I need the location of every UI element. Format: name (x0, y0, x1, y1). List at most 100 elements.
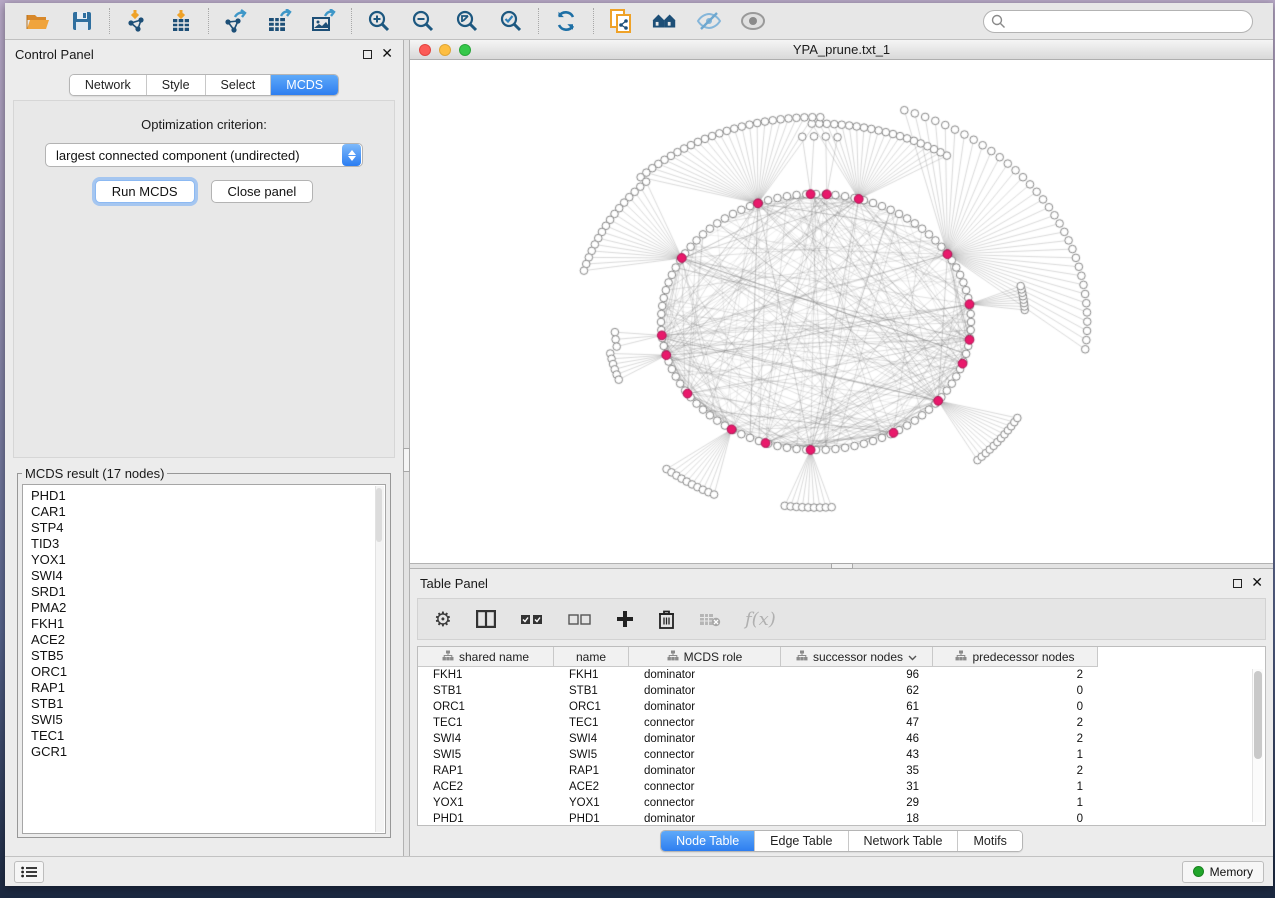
zoom-out-icon[interactable] (410, 9, 436, 33)
table-row[interactable]: RAP1RAP1dominator352 (418, 763, 1265, 779)
delete-table-icon[interactable] (699, 612, 721, 627)
cell-MCDS-role[interactable]: connector (629, 795, 781, 811)
mcds-result-item[interactable]: STB5 (31, 648, 385, 664)
cell-MCDS-role[interactable]: dominator (629, 667, 781, 683)
open-file-icon[interactable] (25, 9, 51, 33)
mcds-result-item[interactable]: ACE2 (31, 632, 385, 648)
cell-successor-nodes[interactable]: 61 (781, 699, 933, 715)
maximize-window-icon[interactable] (459, 44, 471, 56)
cell-successor-nodes[interactable]: 29 (781, 795, 933, 811)
zoom-selected-icon[interactable] (498, 9, 524, 33)
cell-predecessor-nodes[interactable]: 2 (933, 731, 1097, 747)
cell-shared-name[interactable]: FKH1 (418, 667, 554, 683)
cell-shared-name[interactable]: TEC1 (418, 715, 554, 731)
cell-MCDS-role[interactable]: dominator (629, 763, 781, 779)
cell-name[interactable]: ORC1 (554, 699, 629, 715)
cell-MCDS-role[interactable]: connector (629, 747, 781, 763)
run-mcds-button[interactable]: Run MCDS (95, 180, 195, 203)
function-builder-icon[interactable]: f(x) (745, 609, 776, 630)
cell-predecessor-nodes[interactable]: 0 (933, 699, 1097, 715)
float-panel-icon[interactable] (363, 50, 372, 59)
cell-successor-nodes[interactable]: 35 (781, 763, 933, 779)
select-all-columns-icon[interactable] (520, 614, 544, 625)
table-row[interactable]: ACE2ACE2connector311 (418, 779, 1265, 795)
column-header-name[interactable]: name (554, 647, 629, 666)
cell-predecessor-nodes[interactable]: 0 (933, 683, 1097, 699)
cell-predecessor-nodes[interactable]: 1 (933, 779, 1097, 795)
cell-predecessor-nodes[interactable]: 1 (933, 795, 1097, 811)
network-canvas[interactable] (410, 60, 1271, 562)
cell-shared-name[interactable]: SWI5 (418, 747, 554, 763)
search-input[interactable] (983, 10, 1253, 33)
cell-name[interactable]: SWI5 (554, 747, 629, 763)
save-session-icon[interactable] (69, 9, 95, 33)
export-table-icon[interactable] (267, 9, 293, 33)
export-image-icon[interactable] (311, 9, 337, 33)
splitter-handle[interactable] (831, 563, 853, 569)
memory-button[interactable]: Memory (1182, 861, 1264, 883)
table-row[interactable]: SWI4SWI4dominator462 (418, 731, 1265, 747)
cell-MCDS-role[interactable]: dominator (629, 731, 781, 747)
mcds-result-item[interactable]: STB1 (31, 696, 385, 712)
cell-predecessor-nodes[interactable]: 2 (933, 715, 1097, 731)
cell-name[interactable]: ACE2 (554, 779, 629, 795)
mcds-result-item[interactable]: SWI4 (31, 568, 385, 584)
cell-name[interactable]: STB1 (554, 683, 629, 699)
close-window-icon[interactable] (419, 44, 431, 56)
horizontal-splitter[interactable] (410, 563, 1273, 569)
tab-network-table[interactable]: Network Table (848, 831, 958, 851)
refresh-icon[interactable] (553, 9, 579, 33)
mcds-result-item[interactable]: FKH1 (31, 616, 385, 632)
show-all-icon[interactable] (740, 9, 766, 33)
cell-MCDS-role[interactable]: dominator (629, 683, 781, 699)
tab-node-table[interactable]: Node Table (661, 831, 754, 851)
cell-shared-name[interactable]: STB1 (418, 683, 554, 699)
close-panel-icon[interactable]: ✕ (381, 48, 393, 60)
tab-motifs[interactable]: Motifs (957, 831, 1021, 851)
table-row[interactable]: STB1STB1dominator620 (418, 683, 1265, 699)
tab-select[interactable]: Select (205, 75, 271, 95)
column-header-successor-nodes[interactable]: successor nodes (781, 647, 933, 666)
cell-shared-name[interactable]: YOX1 (418, 795, 554, 811)
mcds-result-item[interactable]: TEC1 (31, 728, 385, 744)
import-network-icon[interactable] (124, 9, 150, 33)
table-scrollbar[interactable] (1252, 669, 1263, 822)
table-row[interactable]: TEC1TEC1connector472 (418, 715, 1265, 731)
delete-column-icon[interactable] (658, 610, 675, 629)
cell-successor-nodes[interactable]: 96 (781, 667, 933, 683)
tab-mcds[interactable]: MCDS (270, 75, 338, 95)
mcds-result-item[interactable]: YOX1 (31, 552, 385, 568)
cell-shared-name[interactable]: PHD1 (418, 811, 554, 826)
column-header-shared-name[interactable]: shared name (418, 647, 554, 666)
cell-predecessor-nodes[interactable]: 2 (933, 667, 1097, 683)
mcds-result-item[interactable]: PMA2 (31, 600, 385, 616)
table-row[interactable]: SWI5SWI5connector431 (418, 747, 1265, 763)
optimization-criterion-select[interactable]: largest connected component (undirected) (45, 143, 363, 167)
splitter-handle[interactable] (403, 448, 410, 472)
mcds-result-item[interactable]: TID3 (31, 536, 385, 552)
mcds-result-item[interactable]: CAR1 (31, 504, 385, 520)
zoom-in-icon[interactable] (366, 9, 392, 33)
cell-successor-nodes[interactable]: 47 (781, 715, 933, 731)
minimize-window-icon[interactable] (439, 44, 451, 56)
zoom-fit-icon[interactable] (454, 9, 480, 33)
cell-shared-name[interactable]: ACE2 (418, 779, 554, 795)
export-network-icon[interactable] (223, 9, 249, 33)
add-column-icon[interactable] (616, 610, 634, 628)
cell-successor-nodes[interactable]: 18 (781, 811, 933, 826)
result-scrollbar[interactable] (375, 486, 384, 832)
import-table-icon[interactable] (168, 9, 194, 33)
table-settings-gear-icon[interactable]: ⚙ (434, 609, 452, 629)
cell-name[interactable]: SWI4 (554, 731, 629, 747)
table-row[interactable]: YOX1YOX1connector291 (418, 795, 1265, 811)
cell-successor-nodes[interactable]: 31 (781, 779, 933, 795)
float-panel-icon[interactable] (1233, 579, 1242, 588)
cell-successor-nodes[interactable]: 43 (781, 747, 933, 763)
task-list-button[interactable] (14, 861, 44, 883)
mcds-result-item[interactable]: SRD1 (31, 584, 385, 600)
cell-MCDS-role[interactable]: dominator (629, 811, 781, 826)
cell-successor-nodes[interactable]: 62 (781, 683, 933, 699)
cell-predecessor-nodes[interactable]: 1 (933, 747, 1097, 763)
tab-style[interactable]: Style (146, 75, 205, 95)
mcds-result-item[interactable]: ORC1 (31, 664, 385, 680)
